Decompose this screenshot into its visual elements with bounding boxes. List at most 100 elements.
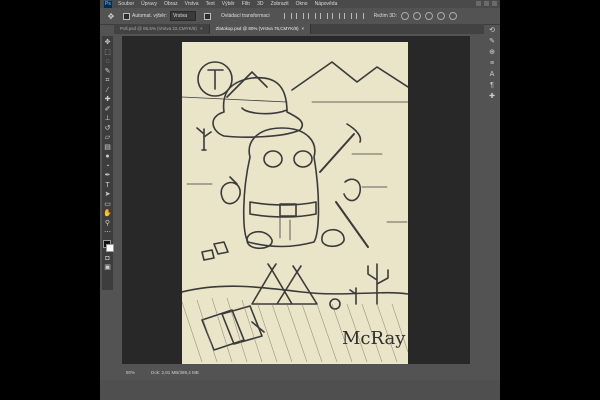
zoom-tool-icon[interactable]: ⚲ xyxy=(103,219,112,228)
color-swatches[interactable] xyxy=(103,239,114,252)
align-right-icon[interactable] xyxy=(343,13,352,19)
roll-3d-icon[interactable] xyxy=(412,12,421,20)
brush-panel-icon[interactable]: ✎ xyxy=(488,37,496,45)
artist-signature: McRay xyxy=(342,328,406,349)
mode-3d-label: Režim 3D: xyxy=(373,13,397,19)
quick-select-tool-icon[interactable]: ✎ xyxy=(103,67,112,76)
tab-zlatokop-psd[interactable]: Zlatokop.psd @ 80% (Vrstva 76,CMYK/8) × xyxy=(209,24,312,34)
zoom-level[interactable]: 80% xyxy=(126,370,135,375)
pen-tool-icon[interactable]: ✒ xyxy=(103,171,112,180)
tool-presets-icon[interactable]: ✚ xyxy=(488,92,496,100)
healing-brush-tool-icon[interactable]: ✚ xyxy=(103,95,112,104)
eraser-tool-icon[interactable]: ▱ xyxy=(103,133,112,142)
minimize-icon[interactable] xyxy=(476,1,481,6)
shape-tool-icon[interactable]: ▭ xyxy=(103,200,112,209)
auto-select-label: Automat. výběr: xyxy=(132,13,168,19)
pan-3d-icon[interactable] xyxy=(424,12,433,20)
align-left-icon[interactable] xyxy=(319,13,328,19)
marquee-tool-icon[interactable]: ⬚ xyxy=(103,48,112,57)
left-eye xyxy=(263,150,283,168)
eyedropper-tool-icon[interactable]: ⁄ xyxy=(103,86,112,95)
tumbleweed xyxy=(329,298,341,310)
status-bar: 80% Dok: 2,91 MB/389,4 MB xyxy=(122,368,474,376)
hand-tool-icon[interactable]: ✋ xyxy=(103,209,112,218)
tab-label: Poll.psd @ 85,5% (Vrstva 22,CMYK/8) xyxy=(120,26,197,31)
clone-stamp-tool-icon[interactable]: ⊥ xyxy=(103,114,112,123)
right-boot xyxy=(321,228,345,248)
menu-upravy[interactable]: Úpravy xyxy=(141,1,157,7)
menu-text[interactable]: Text xyxy=(206,1,215,7)
align-middle-icon[interactable] xyxy=(295,13,304,19)
maximize-icon[interactable] xyxy=(484,1,489,6)
blur-tool-icon[interactable]: ● xyxy=(103,152,112,161)
close-tab-icon[interactable]: × xyxy=(302,26,305,31)
bottom-panel-strip xyxy=(100,380,500,400)
more-tools-icon[interactable]: ⋯ xyxy=(103,228,112,237)
character-panel-icon[interactable]: A xyxy=(488,70,496,78)
menu-soubor[interactable]: Soubor xyxy=(118,1,134,7)
menu-filtr[interactable]: Filtr xyxy=(242,1,250,7)
align-center-icon[interactable] xyxy=(331,13,340,19)
menu-3d[interactable]: 3D xyxy=(257,1,263,7)
menu-bar: Ps Soubor Úpravy Obraz Vrstva Text Výběr… xyxy=(100,0,500,8)
quick-mask-icon[interactable]: ◘ xyxy=(103,254,112,263)
align-buttons xyxy=(283,13,364,19)
type-tool-icon[interactable]: T xyxy=(103,181,112,190)
slide-3d-icon[interactable] xyxy=(436,12,445,20)
history-brush-tool-icon[interactable]: ↺ xyxy=(103,124,112,133)
path-selection-tool-icon[interactable]: ➤ xyxy=(103,190,112,199)
close-tab-icon[interactable]: × xyxy=(200,26,203,31)
brush-tool-icon[interactable]: ✐ xyxy=(103,105,112,114)
right-eye xyxy=(293,150,313,168)
document-workspace[interactable]: McRay xyxy=(122,36,470,364)
tools-panel: ✥ ⬚ ◌ ✎ ⌗ ⁄ ✚ ✐ ⊥ ↺ ▱ ▤ ● ◔ ✒ T ➤ ▭ ✋ ⚲ … xyxy=(102,36,114,290)
ground-line xyxy=(182,285,408,295)
screen-mode-icon[interactable]: ▣ xyxy=(103,263,112,272)
paragraph-panel-icon[interactable]: ¶ xyxy=(488,81,496,89)
rocks xyxy=(201,241,229,261)
document-tabs: Poll.psd @ 85,5% (Vrstva 22,CMYK/8) × Zla… xyxy=(114,24,484,34)
menu-zobrazit[interactable]: Zobrazit xyxy=(271,1,289,7)
align-top-icon[interactable] xyxy=(283,13,292,19)
transform-controls-checkbox[interactable] xyxy=(204,12,211,20)
dodge-tool-icon[interactable]: ◔ xyxy=(103,162,112,171)
move-tool-icon[interactable]: ✥ xyxy=(103,38,112,47)
orbit-3d-icon[interactable] xyxy=(400,12,409,20)
window-controls xyxy=(476,1,497,6)
menu-napoveda[interactable]: Nápověda xyxy=(315,1,338,7)
scale-3d-icon[interactable] xyxy=(448,12,457,20)
cowboy-body xyxy=(242,127,320,248)
hand xyxy=(343,178,362,202)
distribute-icon[interactable] xyxy=(355,13,364,19)
menu-vyber[interactable]: Výběr xyxy=(222,1,235,7)
photoshop-logo-icon: Ps xyxy=(104,0,112,8)
tab-poll-psd[interactable]: Poll.psd @ 85,5% (Vrstva 22,CMYK/8) × xyxy=(114,24,210,34)
auto-select-dropdown[interactable]: Vrstva xyxy=(170,11,196,21)
photoshop-window: Ps Soubor Úpravy Obraz Vrstva Text Výběr… xyxy=(100,0,500,400)
gold-nugget xyxy=(220,181,241,205)
close-icon[interactable] xyxy=(492,1,497,6)
menu-obraz[interactable]: Obraz xyxy=(164,1,178,7)
sketch-linework xyxy=(182,61,408,351)
crop-tool-icon[interactable]: ⌗ xyxy=(103,76,112,85)
auto-select-checkbox[interactable] xyxy=(123,12,130,20)
lasso-tool-icon[interactable]: ◌ xyxy=(103,57,112,66)
menu-vrstva[interactable]: Vrstva xyxy=(185,1,199,7)
document-canvas[interactable]: McRay xyxy=(182,42,408,364)
options-bar: ✥ Automat. výběr: Vrstva Ovládací transf… xyxy=(100,8,500,25)
cactus-right xyxy=(367,263,389,305)
properties-panel-icon[interactable]: ≡ xyxy=(488,59,496,67)
move-tool-preset-icon[interactable]: ✥ xyxy=(106,11,116,21)
cowboy-sketch-artwork: McRay xyxy=(182,61,408,363)
cactus-small xyxy=(349,287,357,305)
menu-okno[interactable]: Okno xyxy=(296,1,308,7)
tab-label: Zlatokop.psd @ 80% (Vrstva 76,CMYK/8) xyxy=(215,26,299,31)
collapsed-panels: ⟲ ✎ ⊕ ≡ A ¶ ✚ xyxy=(486,26,498,116)
clone-source-panel-icon[interactable]: ⊕ xyxy=(488,48,496,56)
gradient-tool-icon[interactable]: ▤ xyxy=(103,143,112,152)
history-panel-icon[interactable]: ⟲ xyxy=(488,26,496,34)
align-bottom-icon[interactable] xyxy=(307,13,316,19)
left-boot xyxy=(246,230,273,250)
document-size: Dok: 2,91 MB/389,4 MB xyxy=(151,369,199,375)
background-color-swatch[interactable] xyxy=(106,243,114,252)
